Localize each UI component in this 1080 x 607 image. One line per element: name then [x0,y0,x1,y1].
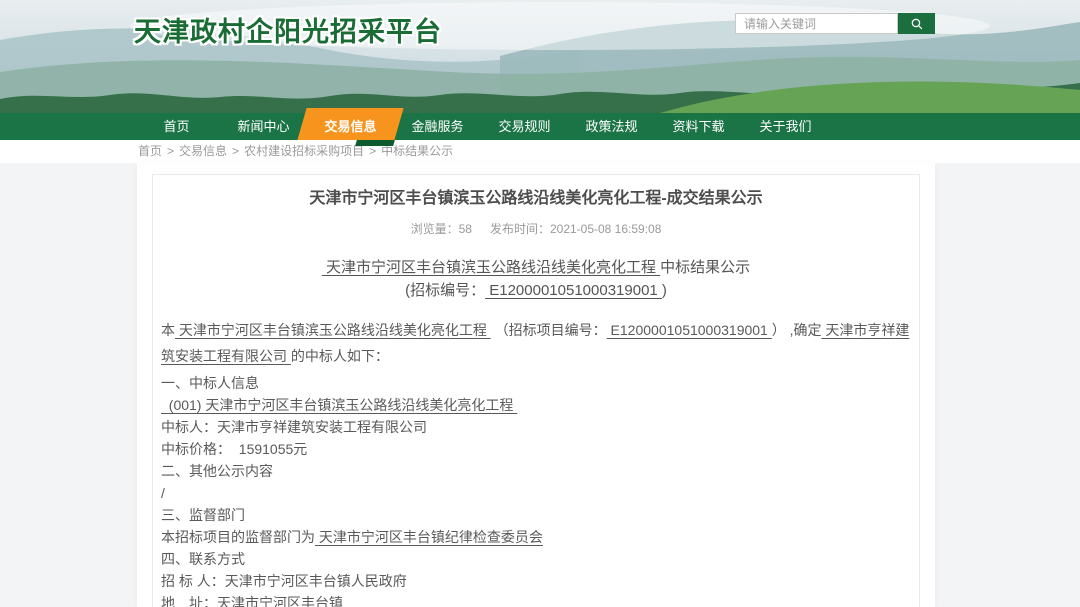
bidder-line: 招 标 人：天津市宁河区丰台镇人民政府 [161,570,911,592]
bid-code-suffix: ) [662,282,667,299]
notice-bid-code-line: (招标编号： E1200001051000319001 ) [161,283,911,299]
intro-text: ） ,确定 [772,322,822,338]
breadcrumb-separator: > [232,144,239,158]
bid-code-value: E1200001051000319001 [485,282,662,299]
intro-paragraph: 本 天津市宁河区丰台镇滨玉公路线沿线美化亮化工程 （招标项目编号： E12000… [161,317,911,369]
content-card: 天津市宁河区丰台镇滨玉公路线沿线美化亮化工程-成交结果公示 浏览量：58 发布时间… [137,163,935,607]
publish-time-label: 发布时间： [490,222,550,236]
section1-heading: 一、中标人信息 [161,372,911,394]
breadcrumb-separator: > [167,144,174,158]
intro-project-name: 天津市宁河区丰台镇滨玉公路线沿线美化亮化工程 [175,322,491,338]
search-bar [735,13,935,34]
winner-line: 中标人：天津市亨祥建筑安装工程有限公司 [161,416,911,438]
active-tab-fold [355,140,395,146]
intro-text: （招标项目编号： [491,322,607,338]
views-label: 浏览量： [411,222,459,236]
section1-project-item: (001) 天津市宁河区丰台镇滨玉公路线沿线美化亮化工程 [161,394,911,416]
site-title: 天津政村企阳光招采平台 [134,10,442,49]
notice-project-name: 天津市宁河区丰台镇滨玉公路线沿线美化亮化工程 [322,259,660,276]
nav-item-trade-rules[interactable]: 交易规则 [481,113,568,140]
nav-item-finance[interactable]: 金融服务 [394,113,481,140]
section3-heading: 三、监督部门 [161,504,911,526]
main-nav: 首页 新闻中心 交易信息 金融服务 交易规则 政策法规 资料下载 关于我们 [0,113,1080,140]
article-meta: 浏览量：58 发布时间：2021-05-08 16:59:08 [161,222,911,236]
nav-item-policy[interactable]: 政策法规 [568,113,655,140]
breadcrumb-trade-info[interactable]: 交易信息 [179,144,227,158]
intro-text: 本 [161,322,175,338]
search-button[interactable] [898,13,935,34]
intro-bid-code: E1200001051000319001 [607,322,772,338]
price-line: 中标价格： 1591055元 [161,438,911,460]
breadcrumb-separator: > [369,144,376,158]
notice-title-suffix: 中标结果公示 [660,259,750,276]
supervision-department: 天津市宁河区丰台镇纪律检查委员会 [315,529,543,545]
article-box: 天津市宁河区丰台镇滨玉公路线沿线美化亮化工程-成交结果公示 浏览量：58 发布时间… [152,174,920,607]
section2-heading: 二、其他公示内容 [161,460,911,482]
nav-item-trade-info[interactable]: 交易信息 [307,113,394,140]
search-input[interactable] [735,13,898,34]
address-line: 地 址：天津市宁河区丰台镇 [161,592,911,607]
section4-heading: 四、联系方式 [161,548,911,570]
supervision-line: 本招标项目的监督部门为 天津市宁河区丰台镇纪律检查委员会 [161,526,911,548]
article-title: 天津市宁河区丰台镇滨玉公路线沿线美化亮化工程-成交结果公示 [161,189,911,209]
intro-text: 的中标人如下： [291,348,389,364]
page-body: 天津市宁河区丰台镇滨玉公路线沿线美化亮化工程-成交结果公示 浏览量：58 发布时间… [0,163,1080,607]
notice-title: 天津市宁河区丰台镇滨玉公路线沿线美化亮化工程 中标结果公示 [161,260,911,276]
article-sections: 一、中标人信息 (001) 天津市宁河区丰台镇滨玉公路线沿线美化亮化工程 中标人… [161,372,911,607]
breadcrumb-rural-projects[interactable]: 农村建设招标采购项目 [244,144,364,158]
nav-item-news[interactable]: 新闻中心 [220,113,307,140]
section2-content: / [161,482,911,504]
views-count: 58 [459,222,472,236]
bid-code-prefix: (招标编号： [405,282,485,299]
breadcrumb-result-notice: 中标结果公示 [381,144,453,158]
breadcrumb-home[interactable]: 首页 [138,144,162,158]
magnifier-icon [910,17,924,31]
breadcrumb: 首页 > 交易信息 > 农村建设招标采购项目 > 中标结果公示 [0,140,1080,163]
nav-item-downloads[interactable]: 资料下载 [655,113,742,140]
publish-time-value: 2021-05-08 16:59:08 [550,222,661,236]
nav-item-about[interactable]: 关于我们 [742,113,829,140]
nav-item-home[interactable]: 首页 [133,113,220,140]
site-banner: 天津政村企阳光招采平台 [0,0,1080,113]
